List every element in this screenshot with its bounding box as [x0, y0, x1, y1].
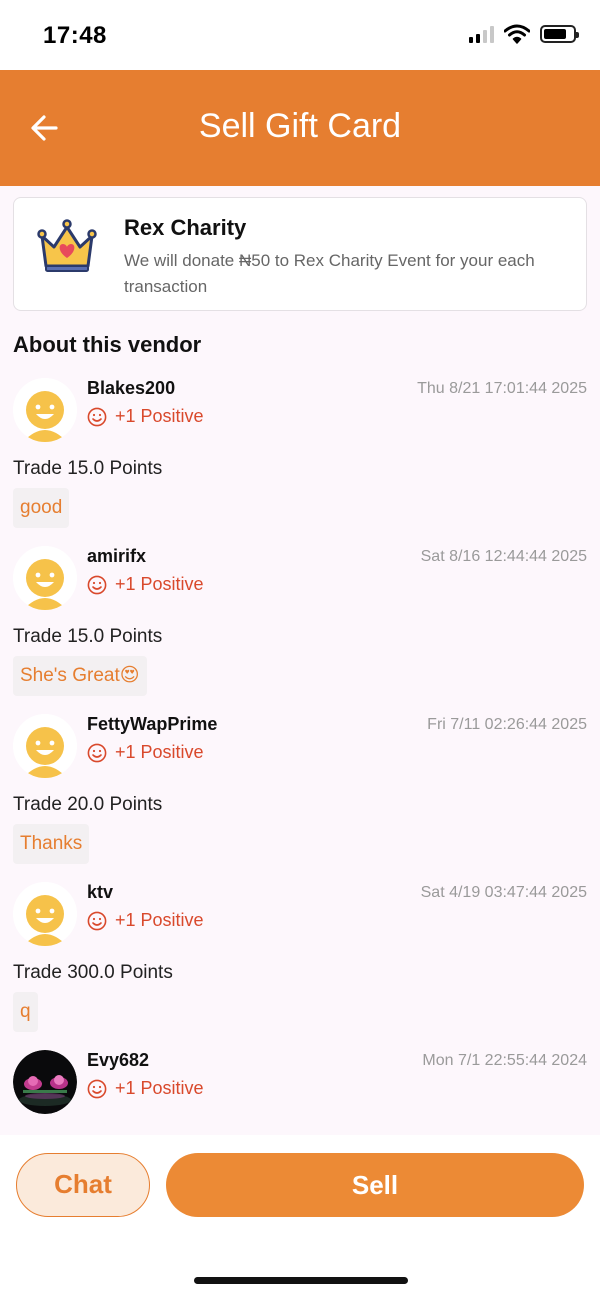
review-comment: Thanks: [13, 824, 90, 864]
charity-card: Rex Charity We will donate ₦50 to Rex Ch…: [13, 197, 587, 311]
section-title: About this vendor: [13, 332, 202, 357]
review-username[interactable]: amirifx: [87, 546, 146, 567]
review-date: Thu 8/21 17:01:44 2025: [417, 380, 587, 397]
review-rating: +1 Positive: [87, 1078, 204, 1099]
smile-icon: [87, 1079, 107, 1098]
review-username[interactable]: FettyWapPrime: [87, 714, 217, 735]
review-item: ktv +1 Positive Sat 4/19 03:47:44 2025 T…: [0, 876, 600, 1044]
cellular-signal-icon: [469, 25, 494, 43]
smile-icon: [87, 743, 107, 762]
default-avatar-icon: [13, 378, 77, 442]
review-date: Mon 7/1 22:55:44 2024: [422, 1052, 587, 1069]
review-comment: good: [13, 488, 70, 528]
rating-label: +1 Positive: [115, 910, 204, 930]
avatar[interactable]: [13, 882, 77, 946]
review-date: Sat 4/19 03:47:44 2025: [420, 884, 587, 901]
wifi-icon: [504, 24, 530, 44]
default-avatar-icon: [13, 546, 77, 610]
review-rating: +1 Positive: [87, 742, 204, 763]
default-avatar-icon: [13, 882, 77, 946]
review-item: Blakes200 +1 Positive Thu 8/21 17:01:44 …: [0, 372, 600, 540]
crown-heart-icon: [37, 219, 97, 272]
avatar[interactable]: [13, 378, 77, 442]
smile-icon: [87, 911, 107, 930]
review-date: Sat 8/16 12:44:44 2025: [420, 548, 587, 565]
avatar[interactable]: [13, 1050, 77, 1114]
rating-label: +1 Positive: [115, 742, 204, 762]
status-icons: [469, 24, 579, 44]
avatar[interactable]: [13, 714, 77, 778]
battery-icon: [540, 25, 579, 43]
charity-title: Rex Charity: [124, 215, 247, 240]
rating-label: +1 Positive: [115, 1078, 204, 1098]
trade-amount: Trade 300.0 Points: [13, 962, 173, 983]
review-rating: +1 Positive: [87, 910, 204, 931]
avatar[interactable]: [13, 546, 77, 610]
trade-amount: Trade 20.0 Points: [13, 794, 163, 815]
rating-label: +1 Positive: [115, 406, 204, 426]
trade-amount: Trade 15.0 Points: [13, 458, 163, 479]
trade-amount: Trade 15.0 Points: [13, 626, 163, 647]
home-indicator[interactable]: [194, 1277, 408, 1284]
review-item: amirifx +1 Positive Sat 8/16 12:44:44 20…: [0, 540, 600, 708]
status-bar: 17:48: [0, 0, 600, 70]
review-rating: +1 Positive: [87, 574, 204, 595]
review-item: FettyWapPrime +1 Positive Fri 7/11 02:26…: [0, 708, 600, 876]
chat-button[interactable]: Chat: [16, 1153, 150, 1217]
review-username[interactable]: Evy682: [87, 1050, 149, 1071]
lotus-photo-avatar-icon: [13, 1050, 77, 1114]
rating-label: +1 Positive: [115, 574, 204, 594]
status-time: 17:48: [43, 22, 107, 49]
review-rating: +1 Positive: [87, 406, 204, 427]
smile-icon: [87, 575, 107, 594]
app-header: Sell Gift Card: [0, 70, 600, 186]
page-title: Sell Gift Card: [198, 107, 402, 145]
smile-icon: [87, 407, 107, 426]
review-date: Fri 7/11 02:26:44 2025: [427, 716, 587, 733]
sell-button[interactable]: Sell: [166, 1153, 584, 1217]
review-username[interactable]: ktv: [87, 882, 113, 903]
default-avatar-icon: [13, 714, 77, 778]
review-username[interactable]: Blakes200: [87, 378, 175, 399]
review-comment: q: [13, 992, 38, 1032]
review-comment: She's Great😍: [13, 656, 147, 696]
charity-description: We will donate ₦50 to Rex Charity Event …: [124, 251, 535, 296]
bottom-action-bar: Chat Sell: [0, 1135, 600, 1299]
